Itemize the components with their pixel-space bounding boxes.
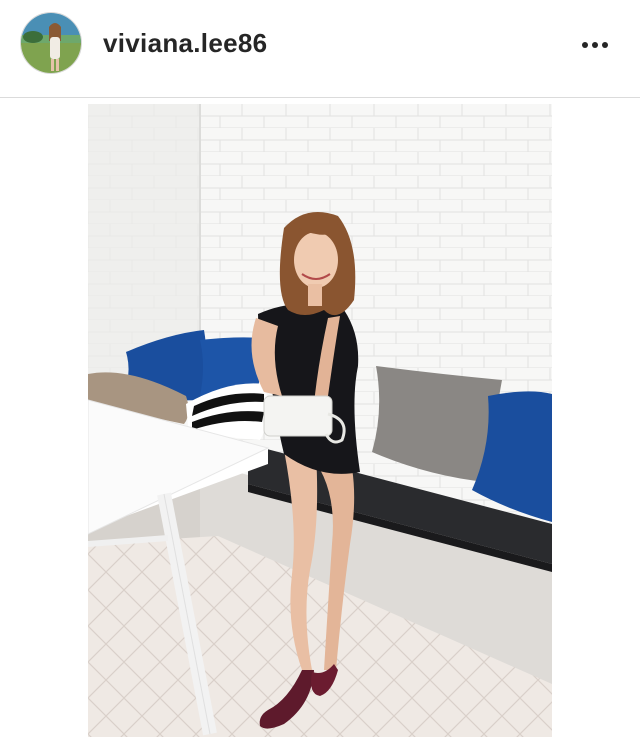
more-horizontal-icon (602, 42, 608, 48)
post-header: viviana.lee86 (0, 0, 640, 96)
avatar-image (21, 13, 81, 73)
username[interactable]: viviana.lee86 (103, 28, 267, 59)
post-photo[interactable] (88, 104, 552, 737)
header-divider (0, 97, 640, 98)
profile-avatar[interactable] (20, 12, 82, 74)
more-horizontal-icon (592, 42, 598, 48)
more-horizontal-icon (582, 42, 588, 48)
post-photo-image (88, 104, 552, 737)
more-options-button[interactable] (572, 30, 618, 60)
